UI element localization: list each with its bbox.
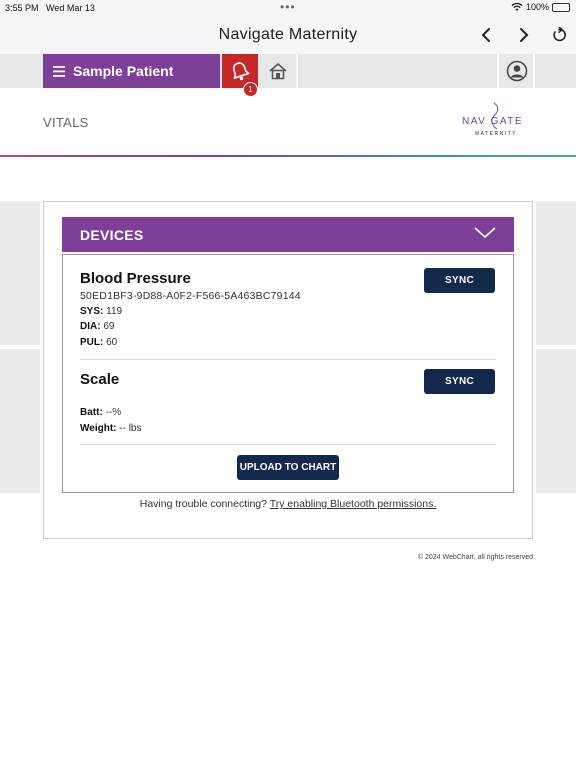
battery-reading: Batt: --%: [80, 407, 121, 418]
status-date: Wed Mar 13: [46, 3, 95, 13]
forward-button[interactable]: [513, 24, 535, 46]
user-avatar-icon: [506, 60, 527, 82]
right-panel-top: [536, 201, 576, 345]
user-profile-button[interactable]: [500, 54, 533, 88]
trouble-text: Having trouble connecting?: [139, 498, 267, 510]
patient-menu-button[interactable]: Sample Patient: [43, 54, 220, 88]
page-title: VITALS: [43, 115, 89, 130]
left-panel-top: [0, 201, 40, 345]
weight-value: -- lbs: [119, 423, 142, 434]
header-divider: [296, 54, 298, 88]
upload-to-chart-button[interactable]: UPLOAD TO CHART: [237, 455, 339, 480]
battery-icon: [552, 2, 570, 12]
status-time: 3:55 PM: [5, 3, 39, 13]
blood-pressure-sync-button[interactable]: SYNC: [424, 268, 495, 293]
pul-value: 60: [106, 337, 118, 348]
batt-value: --%: [105, 407, 122, 418]
patient-name: Sample Patient: [73, 63, 174, 79]
bluetooth-permissions-link[interactable]: Try enabling Bluetooth permissions.: [270, 498, 437, 510]
dia-label: DIA:: [80, 321, 101, 332]
header-gradient-divider: [0, 155, 576, 157]
home-icon: [269, 63, 287, 80]
pul-label: PUL:: [80, 337, 104, 348]
sys-label: SYS:: [80, 306, 104, 317]
chevron-right-icon: [520, 28, 529, 42]
pul-reading: PUL: 60: [80, 337, 117, 348]
bell-icon: [232, 62, 250, 81]
wifi-icon: [511, 2, 523, 11]
multitask-dots-icon[interactable]: •••: [280, 0, 296, 14]
chevron-down-icon[interactable]: [474, 226, 496, 240]
notification-badge: 1: [243, 82, 258, 97]
blood-pressure-title: Blood Pressure: [80, 270, 191, 287]
nav-bar: Navigate Maternity: [0, 16, 576, 54]
devices-title: DEVICES: [80, 226, 144, 243]
reload-button[interactable]: [548, 24, 570, 46]
copyright-footer: © 2024 WebChart, all rights reserved: [417, 554, 533, 561]
logo-subtitle: MATERNITY: [475, 131, 518, 137]
device-id: 50ED1BF3-9D88-A0F2-F566-5A463BC79144: [80, 290, 301, 302]
dia-value: 69: [103, 321, 115, 332]
weight-reading: Weight: -- lbs: [80, 423, 142, 434]
status-bar: 3:55 PM Wed Mar 13 ••• 100%: [0, 0, 576, 16]
status-indicators: 100%: [511, 2, 570, 12]
device-divider: [80, 444, 496, 445]
right-panel-bottom: [536, 349, 576, 493]
weight-label: Weight:: [80, 423, 117, 434]
battery-percent: 100%: [525, 2, 549, 12]
device-divider: [80, 359, 496, 360]
chevron-left-icon: [481, 28, 490, 42]
sys-reading: SYS: 119: [80, 306, 122, 317]
batt-label: Batt:: [80, 407, 103, 418]
sys-value: 119: [106, 306, 123, 317]
scale-sync-button[interactable]: SYNC: [424, 369, 495, 394]
header-divider: [497, 54, 499, 88]
devices-accordion-header[interactable]: DEVICES: [62, 217, 514, 252]
scale-title: Scale: [80, 371, 120, 388]
navigate-maternity-logo: NAV GATE MATERNITY: [458, 102, 533, 138]
header-divider: [533, 54, 535, 88]
logo-word: NAV GATE: [462, 116, 524, 127]
left-panel-bottom: [0, 349, 40, 493]
home-button[interactable]: [260, 54, 296, 88]
bluetooth-help-text: Having trouble connecting? Try enabling …: [62, 498, 514, 510]
dia-reading: DIA: 69: [80, 321, 114, 332]
app-header: Sample Patient: [0, 54, 576, 88]
hamburger-icon: [53, 65, 65, 77]
back-button[interactable]: [475, 24, 497, 46]
reload-icon: [553, 27, 566, 42]
